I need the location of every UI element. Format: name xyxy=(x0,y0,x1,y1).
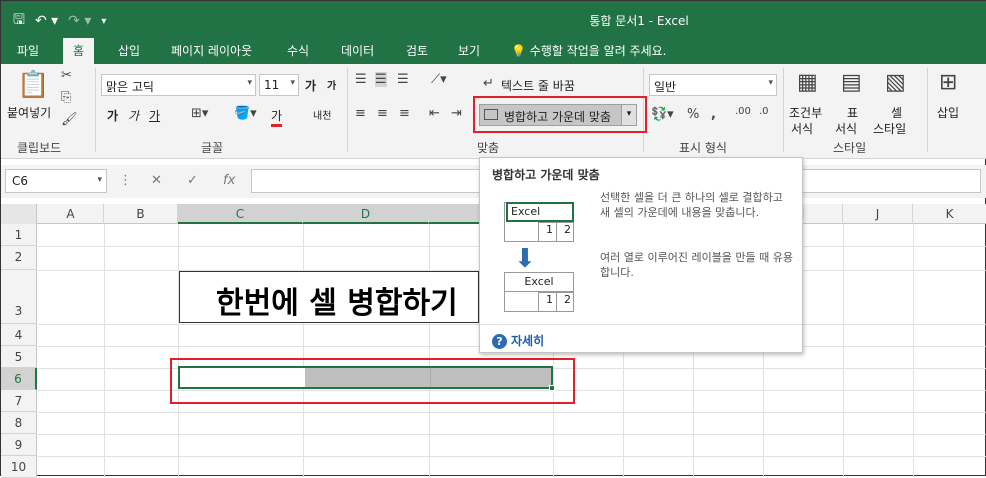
arrow-down-icon: ⬇ xyxy=(514,244,536,274)
increase-decimal-icon[interactable]: .00 xyxy=(735,106,751,117)
format-as-table-label2: 서식 xyxy=(835,122,858,136)
row-header[interactable]: 1 xyxy=(1,224,37,246)
cell-styles-label2: 스타일 xyxy=(873,122,907,136)
tab-insert[interactable]: 삽입 xyxy=(118,42,140,59)
row-header[interactable]: 3 xyxy=(1,270,37,324)
conditional-formatting-icon[interactable]: ▦ xyxy=(797,70,818,95)
italic-button[interactable]: 가 xyxy=(128,107,139,124)
insert-cells-icon[interactable]: ⊞ xyxy=(939,70,957,95)
orientation-icon[interactable]: ⟋▾ xyxy=(431,72,447,87)
more-icon: ⋮ xyxy=(119,173,132,188)
clipboard-group-label: 클립보드 xyxy=(17,141,62,155)
fill-color-icon[interactable]: 🪣▾ xyxy=(234,106,257,121)
tab-home[interactable]: 홈 xyxy=(63,38,95,64)
help-icon: ? xyxy=(492,334,507,349)
group-separator xyxy=(927,68,928,152)
number-group-label: 표시 형식 xyxy=(679,141,727,155)
copy-icon[interactable]: ⎘ xyxy=(61,90,71,105)
tell-me-more-link[interactable]: ? 자세히 xyxy=(492,332,544,349)
align-top-icon[interactable]: ☰ xyxy=(355,72,367,87)
column-header[interactable]: B xyxy=(104,204,178,224)
row-header[interactable]: 2 xyxy=(1,246,37,270)
highlight-merge-button xyxy=(473,96,647,133)
shrink-font-button[interactable]: 가 xyxy=(327,77,336,92)
column-header[interactable]: K xyxy=(913,204,986,224)
row-header[interactable]: 5 xyxy=(1,346,37,368)
grow-font-button[interactable]: 가 xyxy=(305,77,316,94)
column-header[interactable]: D xyxy=(303,204,429,224)
bold-button[interactable]: 가 xyxy=(107,107,118,124)
align-center-icon[interactable]: ≡ xyxy=(377,106,388,121)
format-painter-icon[interactable]: 🖌 xyxy=(61,112,78,127)
row-header[interactable]: 6 xyxy=(1,368,37,390)
align-middle-icon[interactable]: ☰ xyxy=(375,72,387,87)
decrease-indent-icon[interactable]: ⇤ xyxy=(429,106,440,121)
currency-icon[interactable]: 💱▾ xyxy=(651,107,674,122)
merge-tooltip: 병합하고 가운데 맞춤 Excel 1 2 ⬇ Excel 1 2 선택한 셀을… xyxy=(479,157,803,353)
cell-styles-button[interactable]: 셀 xyxy=(891,104,902,121)
cancel-icon[interactable]: ✕ xyxy=(151,173,162,188)
insert-cells-button[interactable]: 삽입 xyxy=(937,104,959,121)
font-color-button[interactable]: 가 xyxy=(271,107,283,127)
conditional-formatting-button[interactable]: 조건부 xyxy=(789,104,822,121)
align-bottom-icon[interactable]: ☰ xyxy=(397,72,409,87)
row-header[interactable]: 10 xyxy=(1,456,37,478)
column-header[interactable]: J xyxy=(843,204,913,224)
tooltip-description-2: 여러 열로 이루어진 레이블을 만들 때 유용합니다. xyxy=(600,251,794,279)
alignment-group-label: 맞춤 xyxy=(477,141,500,155)
enter-icon[interactable]: ✓ xyxy=(187,173,198,188)
group-separator xyxy=(783,68,784,152)
borders-icon[interactable]: ⊞▾ xyxy=(191,106,208,121)
tab-formulas[interactable]: 수식 xyxy=(287,42,309,59)
tab-page-layout[interactable]: 페이지 레이아웃 xyxy=(171,42,252,59)
tab-file[interactable]: 파일 xyxy=(17,42,39,59)
row-header[interactable]: 4 xyxy=(1,324,37,346)
paste-icon[interactable]: 📋 xyxy=(17,70,49,100)
conditional-formatting-label2: 서식 xyxy=(791,122,814,136)
format-as-table-button[interactable]: 표 xyxy=(847,104,858,121)
percent-icon[interactable]: % xyxy=(687,107,699,122)
cell-styles-icon[interactable]: ▧ xyxy=(885,70,906,95)
tooltip-description: 선택한 셀을 더 큰 하나의 셀로 결합하고 새 셀의 가운데에 내용을 맞춥니… xyxy=(600,191,783,219)
title-bar: 🖫 ↶ ▾ ↷ ▾ ▾ 통합 문서1 - Excel xyxy=(1,1,986,38)
name-box[interactable]: C6 ▾ xyxy=(5,169,107,193)
group-separator xyxy=(347,68,348,152)
merge-illustration: Excel 1 2 ⬇ Excel 1 2 xyxy=(500,194,580,318)
column-header[interactable]: A xyxy=(38,204,104,224)
lightbulb-icon: 💡 xyxy=(511,44,526,58)
underline-button[interactable]: 가 xyxy=(149,107,160,124)
increase-indent-icon[interactable]: ⇥ xyxy=(451,106,462,121)
window-title: 통합 문서1 - Excel xyxy=(589,14,689,28)
ribbon-tabs: 파일 홈 삽입 페이지 레이아웃 수식 데이터 검토 보기 💡 수행할 작업을 … xyxy=(1,38,986,64)
select-all-button[interactable] xyxy=(1,204,37,224)
column-header[interactable]: C xyxy=(178,204,303,224)
format-as-table-icon[interactable]: ▤ xyxy=(841,70,862,95)
phonetic-button[interactable]: 내천 xyxy=(313,107,331,122)
tell-me-box[interactable]: 💡 수행할 작업을 알려 주세요. xyxy=(511,42,666,59)
tooltip-title: 병합하고 가운데 맞춤 xyxy=(492,168,600,182)
row-header[interactable]: 8 xyxy=(1,412,37,434)
align-right-icon[interactable]: ≡ xyxy=(399,106,410,121)
styles-group-label: 스타일 xyxy=(833,141,867,155)
font-size-select[interactable]: 11 ▾ xyxy=(259,74,299,96)
row-header[interactable]: 7 xyxy=(1,390,37,412)
cut-icon[interactable]: ✂ xyxy=(61,68,72,83)
font-group-label: 글꼴 xyxy=(201,141,224,155)
tab-view[interactable]: 보기 xyxy=(458,42,480,59)
row-header[interactable]: 9 xyxy=(1,434,37,456)
wrap-text-icon: ↵ xyxy=(483,76,494,91)
align-left-icon[interactable]: ≡ xyxy=(355,106,366,121)
comma-icon[interactable]: , xyxy=(711,107,716,122)
group-separator xyxy=(95,68,96,152)
highlight-selected-range xyxy=(170,358,575,404)
tab-review[interactable]: 검토 xyxy=(406,42,428,59)
font-name-select[interactable]: 맑은 고딕 ▾ xyxy=(101,74,256,96)
decrease-decimal-icon[interactable]: .0 xyxy=(759,106,769,117)
cell-c3-title[interactable]: 한번에 셀 병합하기 xyxy=(179,271,479,323)
insert-function-icon[interactable]: fx xyxy=(223,173,235,188)
number-format-select[interactable]: 일반 ▾ xyxy=(649,74,777,96)
tab-data[interactable]: 데이터 xyxy=(341,42,374,59)
paste-button[interactable]: 붙여넣기 xyxy=(7,104,51,121)
wrap-text-button[interactable]: 텍스트 줄 바꿈 xyxy=(501,77,575,94)
